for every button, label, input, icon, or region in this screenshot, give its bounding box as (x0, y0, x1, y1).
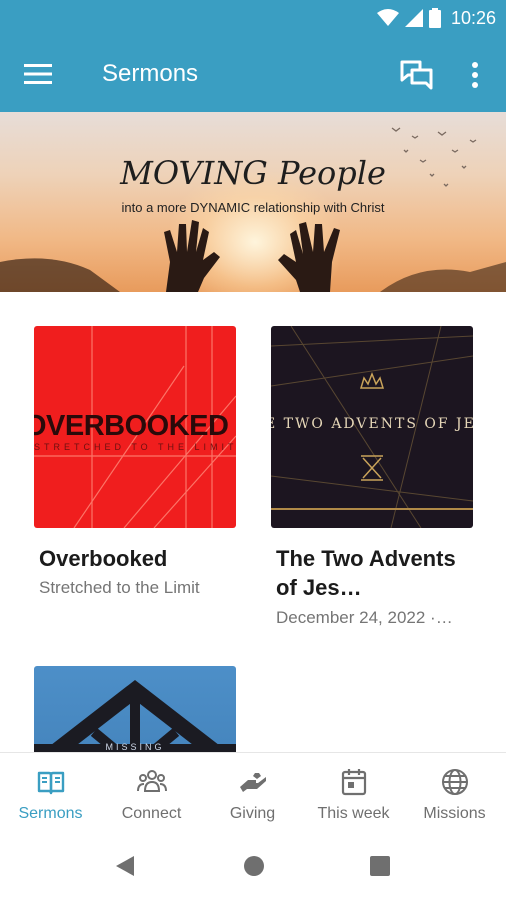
status-bar: 10:26 (0, 0, 506, 36)
app-bar: Sermons (0, 36, 506, 112)
sermon-title: Overbooked (39, 546, 168, 571)
sermon-card-overbooked[interactable]: OVERBOOKED STRETCHED TO THE LIMIT Overbo… (34, 326, 236, 616)
hamburger-menu-icon (24, 64, 52, 84)
thumbnail-title-text: OVERBOOKED (34, 410, 229, 442)
nav-label: Missions (423, 805, 486, 822)
nav-item-sermons[interactable]: Sermons (0, 753, 101, 827)
sermon-card-two-advents[interactable]: E TWO ADVENTS OF JE The Two Advents of J… (271, 326, 473, 632)
sermon-thumbnail-missing[interactable]: MISSING (34, 666, 236, 752)
roof-truss-art-icon (34, 680, 236, 752)
sermon-subtitle: Stretched to the Limit (39, 578, 200, 597)
home-icon[interactable] (242, 854, 266, 878)
banner-title: MOVING People (120, 154, 386, 192)
sermon-subtitle: December 24, 2022 ·… (276, 608, 453, 627)
chat-icon (400, 60, 433, 90)
status-icons: 10:26 (376, 6, 496, 30)
sermon-card-missing[interactable]: MISSING (34, 666, 236, 752)
nav-label: Sermons (18, 805, 83, 822)
calendar-icon (341, 769, 367, 796)
bottom-navigation: Sermons Connect Giving This week Mission… (0, 752, 506, 827)
sermon-thumbnail-two-advents[interactable]: E TWO ADVENTS OF JE (271, 326, 473, 528)
banner-subtitle: into a more DYNAMIC relationship with Ch… (121, 200, 385, 215)
nav-label: Giving (229, 805, 276, 822)
menu-button[interactable] (24, 62, 54, 86)
sermon-thumbnail-overbooked[interactable]: OVERBOOKED STRETCHED TO THE LIMIT (34, 326, 236, 528)
thumbnail-title-text: MISSING (105, 742, 165, 752)
page-title: Sermons (102, 60, 199, 87)
nav-item-missions[interactable]: Missions (404, 753, 505, 827)
recents-icon[interactable] (369, 855, 391, 877)
nav-item-this-week[interactable]: This week (303, 753, 404, 827)
signal-icon (404, 9, 423, 27)
back-icon[interactable] (114, 854, 136, 878)
nav-item-connect[interactable]: Connect (101, 753, 202, 827)
book-icon (37, 771, 65, 795)
nav-label: This week (317, 805, 390, 822)
globe-icon (442, 769, 468, 795)
battery-icon (428, 8, 441, 28)
giving-hand-icon (240, 773, 266, 792)
more-vertical-icon (472, 62, 478, 88)
more-options-button[interactable] (464, 60, 486, 90)
nav-item-giving[interactable]: Giving (202, 753, 303, 827)
nav-label: Connect (121, 805, 182, 822)
wifi-icon (376, 9, 399, 26)
thumbnail-subtitle-text: STRETCHED TO THE LIMIT (34, 442, 236, 452)
messages-button[interactable] (400, 60, 434, 90)
people-icon (137, 770, 167, 792)
hero-banner: MOVING People into a more DYNAMIC relati… (0, 112, 506, 292)
status-time: 10:26 (450, 7, 496, 28)
thumbnail-title-text: E TWO ADVENTS OF JE (271, 416, 473, 432)
sermon-title: The Two Advents of Jes… (276, 546, 456, 600)
system-navigation-bar (0, 826, 506, 900)
